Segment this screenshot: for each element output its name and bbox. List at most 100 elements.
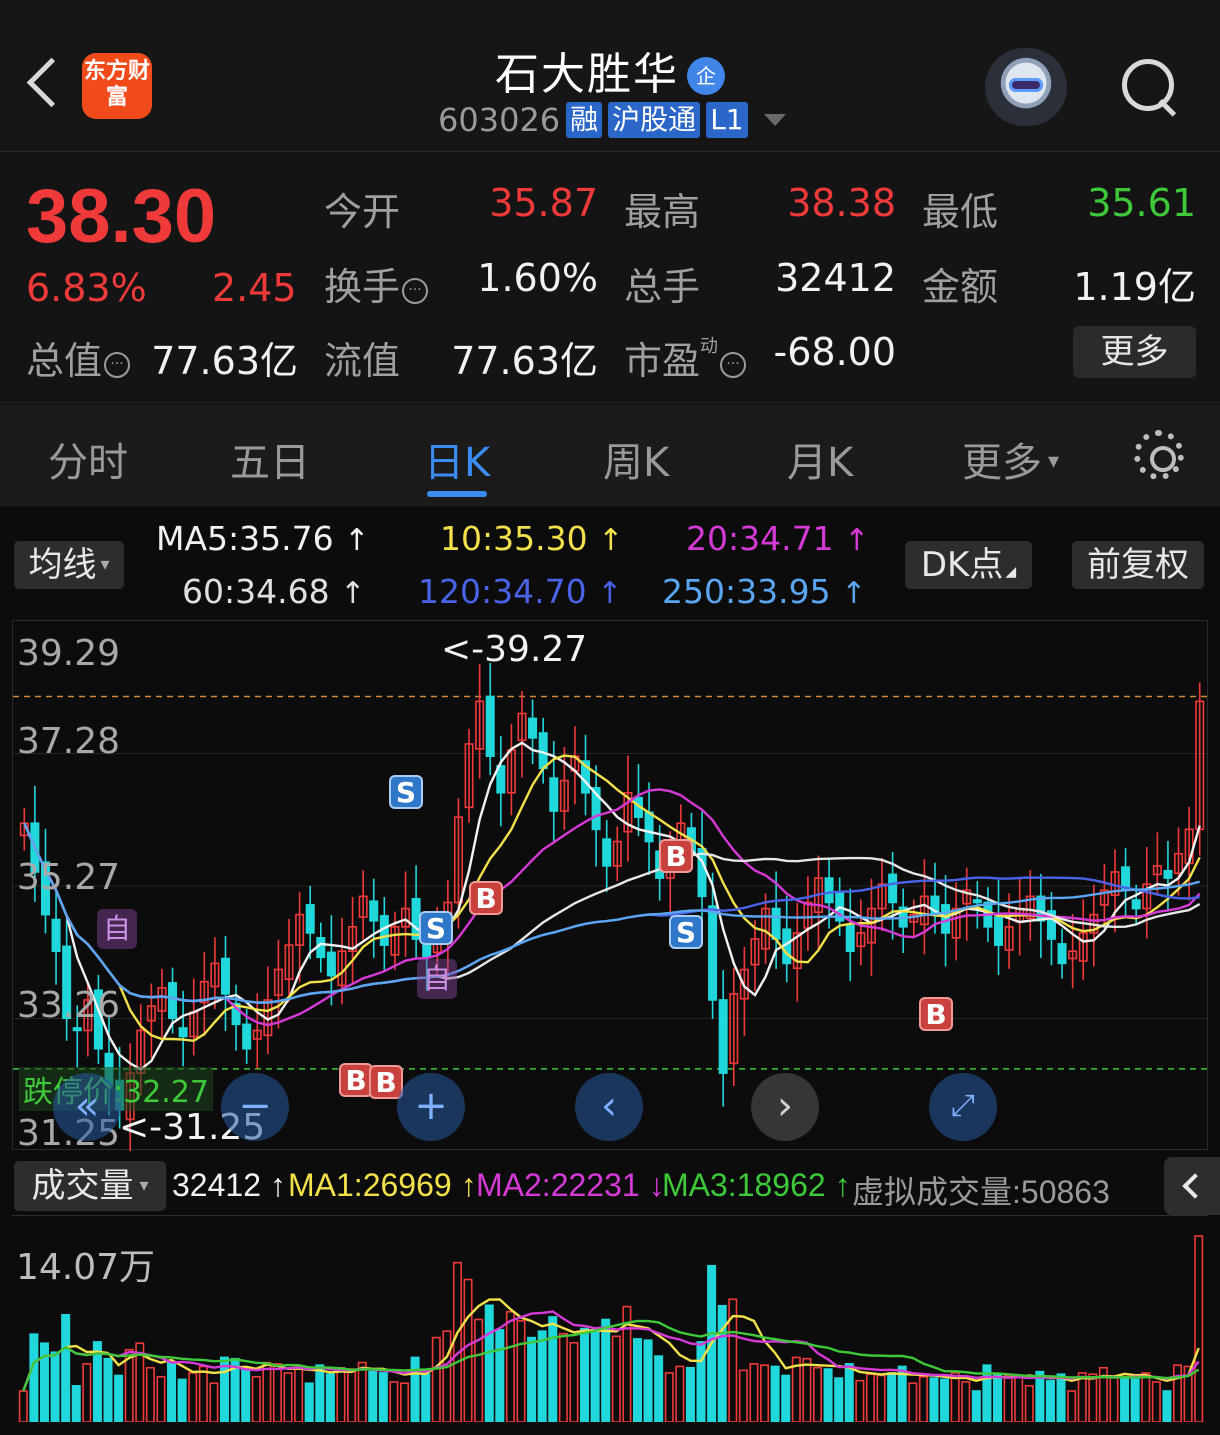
info-icon[interactable]: ···	[402, 278, 429, 304]
buy-signal[interactable]: B	[659, 839, 693, 873]
volume-bar	[1120, 1377, 1130, 1423]
tab-daily-k[interactable]: 日K	[424, 430, 490, 488]
candle-body	[602, 838, 612, 867]
custom-signal[interactable]: 自	[417, 959, 457, 999]
volume-bar	[1014, 1375, 1024, 1423]
candle-body	[528, 717, 538, 739]
candle-body	[718, 999, 728, 1074]
zoom-out-button[interactable]: −	[221, 1073, 289, 1141]
volume-bar	[421, 1373, 431, 1423]
volume-bar	[463, 1278, 473, 1423]
ma-selector[interactable]: 均线 ▾	[14, 541, 124, 589]
volume-bar	[315, 1364, 325, 1423]
search-icon[interactable]	[1118, 55, 1182, 119]
adjust-mode-button[interactable]: 前复权	[1072, 541, 1204, 589]
kline-chart[interactable]: 39.29 37.28 35.27 33.26 31.25 跌停价:32.27 …	[12, 620, 1209, 1154]
ma5-value: MA5:35.76 ↑	[156, 519, 370, 558]
candle-body	[824, 877, 834, 904]
buy-signal[interactable]: B	[919, 997, 953, 1031]
volume-bar	[103, 1357, 113, 1423]
low-value: 35.61	[1087, 181, 1196, 225]
indicator-selector[interactable]: 成交量 ▾	[14, 1161, 166, 1211]
candle-body	[972, 899, 982, 904]
chevron-left-icon[interactable]	[1164, 1157, 1220, 1215]
buy-signal[interactable]: B	[339, 1063, 373, 1097]
tab-five-day[interactable]: 五日	[230, 430, 310, 488]
volume-chart[interactable]: 14.07万	[12, 1215, 1208, 1423]
volume-bar	[177, 1378, 187, 1423]
volume-bar	[950, 1372, 960, 1423]
gear-icon[interactable]	[1134, 430, 1184, 480]
candle-body	[845, 924, 855, 953]
candle-body	[549, 777, 559, 812]
open-label: 今开	[324, 190, 401, 234]
zoom-in-button[interactable]: +	[397, 1073, 465, 1141]
candle-body	[326, 951, 336, 977]
scroll-left-fast-button[interactable]: «	[53, 1073, 121, 1141]
custom-signal[interactable]: 自	[97, 909, 137, 949]
volume-bar	[188, 1372, 198, 1423]
ma120-value: 120:34.70 ↑	[418, 572, 623, 611]
volume-bar	[643, 1339, 653, 1423]
volume-bar	[929, 1377, 939, 1423]
stock-name: 石大胜华	[495, 49, 679, 100]
scroll-left-button[interactable]: ‹	[575, 1073, 643, 1141]
more-quote-button[interactable]: 更多	[1073, 326, 1196, 378]
amount-label: 金额	[922, 265, 999, 309]
candle-body	[941, 904, 951, 934]
assistant-robot-icon[interactable]	[985, 48, 1067, 126]
volume-bar	[844, 1363, 854, 1423]
volume-bar	[1024, 1385, 1034, 1423]
volume-bar	[961, 1381, 971, 1423]
dk-point-button[interactable]: DK点 ◢	[905, 541, 1032, 589]
buy-signal[interactable]: B	[369, 1065, 403, 1099]
tab-more[interactable]: 更多 ▾	[962, 430, 1059, 488]
sell-signal[interactable]: S	[669, 915, 703, 949]
tab-intraday[interactable]: 分时	[48, 430, 128, 488]
buy-signal[interactable]: B	[469, 881, 503, 915]
candle-body	[369, 900, 379, 922]
volume-ma3: MA3:18962 ↑	[662, 1167, 851, 1203]
chevron-down-icon[interactable]	[763, 114, 786, 126]
candle-body	[1131, 899, 1141, 910]
volume-bar	[71, 1385, 81, 1423]
turnover-value: 1.60%	[477, 256, 598, 300]
pe-value: -68.00	[773, 330, 897, 374]
volume-bar	[29, 1333, 39, 1423]
scroll-right-button[interactable]: ›	[751, 1073, 819, 1141]
volume-bar	[347, 1368, 357, 1423]
volume-bar	[993, 1373, 1003, 1423]
volume-bar	[431, 1336, 441, 1423]
stock-code-row[interactable]: 603026 融 沪股通 L1	[438, 100, 786, 140]
turnover-label[interactable]: 换手 ···	[324, 256, 429, 311]
chart-area: 均线 ▾ MA5:35.76 ↑ 10:35.30 ↑ 20:34.71 ↑ 60…	[0, 507, 1220, 1435]
tab-weekly-k[interactable]: 周K	[603, 430, 669, 488]
volume-bar	[971, 1390, 981, 1423]
volume-bar	[1162, 1390, 1172, 1423]
volume-bar	[452, 1261, 462, 1423]
tag-shanghai-connect: 沪股通	[608, 102, 701, 138]
stock-code: 603026	[438, 101, 561, 139]
sell-signal[interactable]: S	[419, 911, 453, 945]
volume-bar	[304, 1382, 314, 1423]
change-amount: 2.45	[212, 266, 297, 310]
volume-bar	[940, 1378, 950, 1423]
candle-body	[1163, 869, 1173, 879]
fullscreen-button[interactable]: ⤢	[929, 1073, 997, 1141]
volume-bar	[918, 1375, 928, 1423]
candle-body	[422, 943, 432, 959]
volume-bar	[50, 1351, 60, 1423]
pe-label[interactable]: 市盈动···	[624, 330, 747, 385]
volume-bar	[1109, 1375, 1119, 1423]
volume-bar	[82, 1363, 92, 1423]
volume-bar	[505, 1310, 515, 1423]
volume-bar	[1045, 1379, 1055, 1423]
change-percent: 6.83%	[26, 266, 147, 310]
market-cap-label[interactable]: 总值 ···	[26, 330, 131, 385]
sell-signal[interactable]: S	[389, 775, 423, 809]
volume-bar	[738, 1369, 748, 1423]
info-icon[interactable]: ···	[720, 352, 747, 378]
volume-bar	[400, 1382, 410, 1423]
tab-monthly-k[interactable]: 月K	[787, 430, 853, 488]
info-icon[interactable]: ···	[104, 352, 131, 378]
